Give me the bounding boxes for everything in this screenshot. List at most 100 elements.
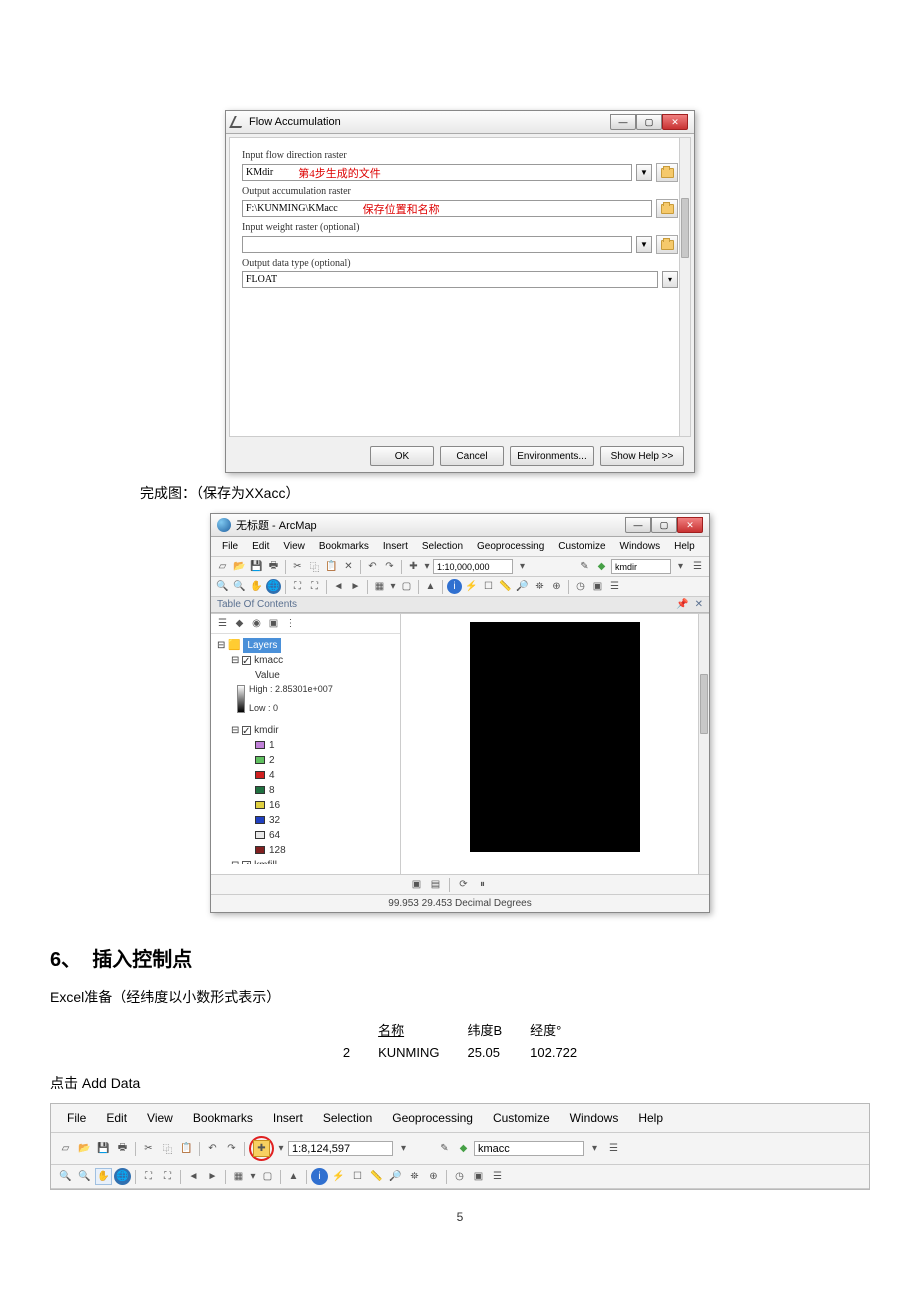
close-toc-icon[interactable]: ✕ [695,599,703,610]
menu-selection[interactable]: Selection [313,1108,382,1128]
copy-icon[interactable]: ⿻ [159,1140,176,1157]
checkbox[interactable] [242,861,251,864]
redo-icon[interactable]: ↷ [382,559,397,574]
find-icon[interactable]: 🔎 [387,1168,404,1185]
browse-button-1[interactable] [656,163,678,182]
measure-icon[interactable]: 📏 [368,1168,385,1185]
delete-icon[interactable]: ✕ [341,559,356,574]
output-type-field[interactable]: FLOAT [242,271,658,288]
input-flowdir-field[interactable]: KMdir 第4步生成的文件 [242,164,632,181]
dropdown-arrow[interactable]: ▼ [636,164,652,181]
editor-icon[interactable]: ✎ [436,1140,453,1157]
arcmap-titlebar[interactable]: 无标题 - ArcMap — ▢ ✕ [211,514,709,537]
html-popup-icon[interactable]: ☐ [481,579,496,594]
menu-edit[interactable]: Edit [245,539,276,554]
go-to-xy-icon[interactable]: ⊕ [549,579,564,594]
identify-icon[interactable]: i [311,1168,328,1185]
layers-root[interactable]: Layers [243,638,281,653]
layer-kmacc[interactable]: kmacc [254,655,283,666]
minimize-button[interactable]: — [625,517,651,533]
paste-icon[interactable]: 📋 [178,1140,195,1157]
list-by-drawing-icon[interactable]: ☰ [215,616,230,631]
fixed-zoom-out-icon[interactable]: ⛶ [307,579,322,594]
toc-tree[interactable]: ⊟ 🟨 Layers ⊟ kmacc Value High : 2.85301e… [211,634,400,864]
fixed-zoom-in-icon[interactable]: ⛶ [290,579,305,594]
menu-bookmarks[interactable]: Bookmarks [183,1108,263,1128]
add-data-icon[interactable]: ✚ [406,559,421,574]
menu-customize[interactable]: Customize [551,539,612,554]
maximize-button[interactable]: ▢ [651,517,677,533]
select-elements-icon[interactable]: ▲ [423,579,438,594]
maximize-button[interactable]: ▢ [636,114,662,130]
menu-insert[interactable]: Insert [263,1108,313,1128]
time-slider-icon[interactable]: ◷ [451,1168,468,1185]
hyperlink-icon[interactable]: ⚡ [464,579,479,594]
list-icon[interactable]: ☰ [605,1140,622,1157]
fixed-zoom-in-icon[interactable]: ⛶ [140,1168,157,1185]
undo-icon[interactable]: ↶ [365,559,380,574]
forward-icon[interactable]: ► [348,579,363,594]
chevron-down-icon[interactable]: ▾ [515,559,530,574]
select-features-icon[interactable]: ▦ [230,1168,247,1185]
menu-windows[interactable]: Windows [613,539,668,554]
full-extent-icon[interactable]: 🌐 [266,579,281,594]
save-icon[interactable]: 💾 [95,1140,112,1157]
input-weight-field[interactable] [242,236,632,253]
menu-bookmarks[interactable]: Bookmarks [312,539,376,554]
clear-selection-icon[interactable]: ▢ [399,579,414,594]
go-icon[interactable]: ◆ [594,559,609,574]
ok-button[interactable]: OK [370,446,434,466]
full-extent-icon[interactable]: 🌐 [114,1168,131,1185]
find-icon[interactable]: 🔎 [515,579,530,594]
go-to-xy-icon[interactable]: ⊕ [425,1168,442,1185]
scrollbar[interactable] [679,138,690,436]
browse-button-2[interactable] [656,199,678,218]
minimize-button[interactable]: — [610,114,636,130]
layer-kmfill[interactable]: kmfill [254,860,277,864]
zoom-in-icon[interactable]: 🔍 [57,1168,74,1185]
menu-geoprocessing[interactable]: Geoprocessing [470,539,551,554]
paste-icon[interactable]: 📋 [324,559,339,574]
pan-icon[interactable]: ✋ [95,1168,112,1185]
close-button[interactable]: ✕ [662,114,688,130]
layer-combo[interactable] [474,1141,584,1156]
chevron-down-icon[interactable]: ▾ [395,1140,412,1157]
dropdown-arrow[interactable]: ▼ [636,236,652,253]
layout-view-icon[interactable]: ▤ [428,877,443,892]
open-icon[interactable]: 📂 [76,1140,93,1157]
dialog-titlebar[interactable]: Flow Accumulation — ▢ ✕ [226,111,694,134]
back-icon[interactable]: ◄ [331,579,346,594]
map-view[interactable] [401,614,709,874]
go-icon[interactable]: ◆ [455,1140,472,1157]
zoom-in-icon[interactable]: 🔍 [215,579,230,594]
html-popup-icon[interactable]: ☐ [349,1168,366,1185]
menu-file[interactable]: File [215,539,245,554]
cut-icon[interactable]: ✂ [290,559,305,574]
refresh-icon[interactable]: ⟳ [456,877,471,892]
measure-icon[interactable]: 📏 [498,579,513,594]
menu-geoprocessing[interactable]: Geoprocessing [382,1108,483,1128]
chevron-down-icon[interactable]: ▾ [249,1168,257,1185]
dropdown-arrow[interactable]: ▾ [662,271,678,288]
fixed-zoom-out-icon[interactable]: ⛶ [159,1168,176,1185]
editor-icon[interactable]: ✎ [577,559,592,574]
scrollbar[interactable] [698,614,709,874]
layer-combo[interactable] [611,559,671,574]
menu-file[interactable]: File [57,1108,96,1128]
chevron-down-icon[interactable]: ▾ [423,559,431,574]
cancel-button[interactable]: Cancel [440,446,504,466]
browse-button-3[interactable] [656,235,678,254]
toolbar-options-icon[interactable]: ☰ [489,1168,506,1185]
list-by-selection-icon[interactable]: ▣ [266,616,281,631]
zoom-out-icon[interactable]: 🔍 [232,579,247,594]
clear-selection-icon[interactable]: ▢ [259,1168,276,1185]
open-icon[interactable]: 📂 [232,559,247,574]
show-help-button[interactable]: Show Help >> [600,446,684,466]
print-icon[interactable]: 🖶 [266,559,281,574]
chevron-down-icon[interactable]: ▾ [389,579,397,594]
viewer-icon[interactable]: ▣ [590,579,605,594]
pin-icon[interactable]: 📌 [676,599,688,610]
undo-icon[interactable]: ↶ [204,1140,221,1157]
hyperlink-icon[interactable]: ⚡ [330,1168,347,1185]
checkbox[interactable] [242,726,251,735]
